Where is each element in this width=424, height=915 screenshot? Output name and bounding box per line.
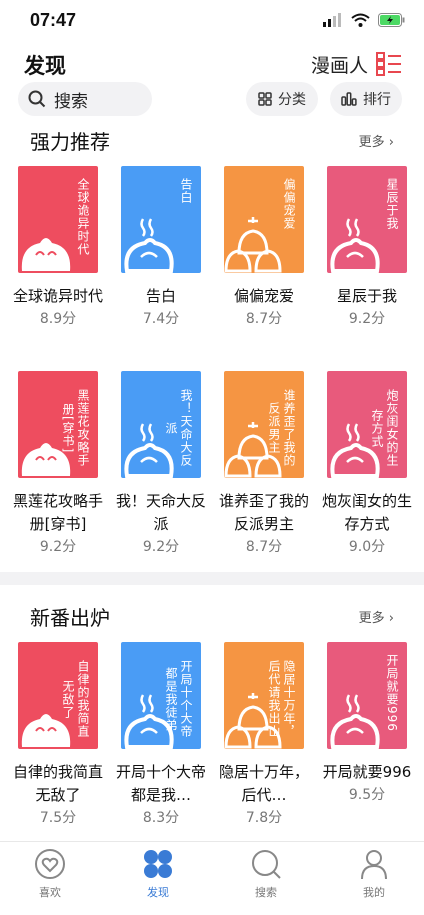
book-card[interactable]: 星辰于我 星辰于我 9.2分 xyxy=(327,166,407,330)
tab-bar: 喜欢 发现 搜索 我的 xyxy=(0,841,424,915)
book-cover[interactable]: 隐居十万年，后代请我出山 xyxy=(224,642,304,749)
search-icon xyxy=(252,850,281,879)
book-score: 9.2分 xyxy=(39,539,77,555)
cover-title: 全球诡异时代 xyxy=(76,178,90,256)
category-label: 分类 xyxy=(278,92,306,108)
book-title[interactable]: 我！天命大反派 xyxy=(113,490,209,536)
bar-chart-icon xyxy=(341,92,357,106)
rank-label: 排行 xyxy=(363,92,391,108)
book-card[interactable]: 全球诡异时代 全球诡异时代 8.9分 xyxy=(13,166,103,330)
book-cover[interactable]: 炮灰闺女的生存方式 xyxy=(327,371,407,478)
book-score: 9.5分 xyxy=(348,787,386,803)
status-bar: 07:47 xyxy=(0,0,424,44)
book-card[interactable]: 黑莲花攻略手册[穿书] 黑莲花攻略手册[穿书] 9.2分 xyxy=(13,371,103,558)
book-score: 7.5分 xyxy=(39,810,77,826)
cover-title: 开局就要996 xyxy=(385,654,399,732)
book-card[interactable]: 谁养歪了我的反派男主 谁养歪了我的反派男主 8.7分 xyxy=(219,371,309,558)
book-cover[interactable]: 开局十个大帝都是我徒弟 xyxy=(121,642,201,749)
search-icon xyxy=(28,90,46,108)
book-score: 9.0分 xyxy=(348,539,386,555)
book-title[interactable]: 偏偏宠爱 xyxy=(216,285,312,308)
wifi-icon xyxy=(351,13,370,27)
manhua-switch[interactable]: 漫画人 xyxy=(311,51,368,78)
profile-icon xyxy=(361,850,387,880)
book-cover[interactable]: 星辰于我 xyxy=(327,166,407,273)
book-cover[interactable]: 我！天命大反派 xyxy=(121,371,201,478)
book-score: 7.8分 xyxy=(245,810,283,826)
book-cover[interactable]: 开局就要996 xyxy=(327,642,407,749)
book-cover[interactable]: 黑莲花攻略手册[穿书] xyxy=(18,371,98,478)
book-cover[interactable]: 告白 xyxy=(121,166,201,273)
book-score: 9.2分 xyxy=(348,311,386,327)
book-title[interactable]: 全球诡异时代 xyxy=(10,285,106,308)
grid-icon xyxy=(144,850,172,878)
book-score: 9.2分 xyxy=(142,539,180,555)
book-title[interactable]: 开局十个大帝都是我… xyxy=(113,761,209,807)
tab-discover[interactable]: 发现 xyxy=(128,848,188,900)
search-input[interactable]: 搜索 xyxy=(18,82,152,116)
more-link[interactable]: 更多 › xyxy=(359,607,394,626)
book-score: 8.9分 xyxy=(39,311,77,327)
book-title[interactable]: 星辰于我 xyxy=(319,285,415,308)
tab-profile[interactable]: 我的 xyxy=(344,848,404,900)
book-title[interactable]: 隐居十万年，后代… xyxy=(216,761,312,807)
page-title: 发现 xyxy=(24,54,66,78)
book-card[interactable]: 自律的我简直无敌了 自律的我简直无敌了 7.5分 xyxy=(13,642,103,829)
cover-title: 告白 xyxy=(179,178,193,204)
book-card[interactable]: 开局就要996 开局就要996 9.5分 xyxy=(323,642,411,806)
book-score: 7.4分 xyxy=(142,311,180,327)
cover-title: 星辰于我 xyxy=(385,178,399,230)
section-title: 新番出炉 xyxy=(30,606,110,630)
book-title[interactable]: 告白 xyxy=(113,285,209,308)
signal-icon xyxy=(323,13,341,27)
book-title[interactable]: 黑莲花攻略手册[穿书] xyxy=(10,490,106,536)
book-card[interactable]: 隐居十万年，后代请我出山隐居十万年，后代… 7.8分 xyxy=(219,642,309,829)
book-cover[interactable]: 偏偏宠爱 xyxy=(224,166,304,273)
status-time: 07:47 xyxy=(30,10,77,30)
list-menu-icon[interactable] xyxy=(376,52,402,76)
book-card[interactable]: 开局十个大帝都是我徒弟开局十个大帝都是我… 8.3分 xyxy=(116,642,206,829)
book-cover[interactable]: 全球诡异时代 xyxy=(18,166,98,273)
heart-icon xyxy=(35,849,65,879)
search-placeholder: 搜索 xyxy=(54,91,88,112)
book-cover[interactable]: 自律的我简直无敌了 xyxy=(18,642,98,749)
category-button[interactable]: 分类 xyxy=(246,82,318,116)
book-title[interactable]: 自律的我简直无敌了 xyxy=(10,761,106,807)
tab-favorites[interactable]: 喜欢 xyxy=(20,848,80,900)
cover-title: 偏偏宠爱 xyxy=(282,178,296,230)
book-cover[interactable]: 谁养歪了我的反派男主 xyxy=(224,371,304,478)
section-title: 强力推荐 xyxy=(30,130,110,154)
book-title[interactable]: 炮灰闺女的生存方式 xyxy=(319,490,415,536)
more-link[interactable]: 更多 › xyxy=(359,131,394,150)
book-score: 8.7分 xyxy=(245,311,283,327)
book-card[interactable]: 炮灰闺女的生存方式 炮灰闺女的生存方式 9.0分 xyxy=(322,371,412,558)
book-title[interactable]: 开局就要996 xyxy=(319,761,415,784)
battery-icon xyxy=(378,13,405,27)
book-score: 8.7分 xyxy=(245,539,283,555)
rank-button[interactable]: 排行 xyxy=(330,82,402,116)
tab-search[interactable]: 搜索 xyxy=(236,848,296,900)
book-score: 8.3分 xyxy=(142,810,180,826)
status-icons xyxy=(323,13,406,27)
book-title[interactable]: 谁养歪了我的反派男主 xyxy=(216,490,312,536)
header: 发现 漫画人 搜索 分类 排行 xyxy=(0,44,424,124)
grid-icon xyxy=(258,92,272,106)
book-card[interactable]: 我！天命大反派 我！天命大反派 9.2分 xyxy=(116,371,206,558)
book-card[interactable]: 告白 告白 7.4分 xyxy=(121,166,201,330)
book-card[interactable]: 偏偏宠爱 偏偏宠爱 8.7分 xyxy=(224,166,304,330)
